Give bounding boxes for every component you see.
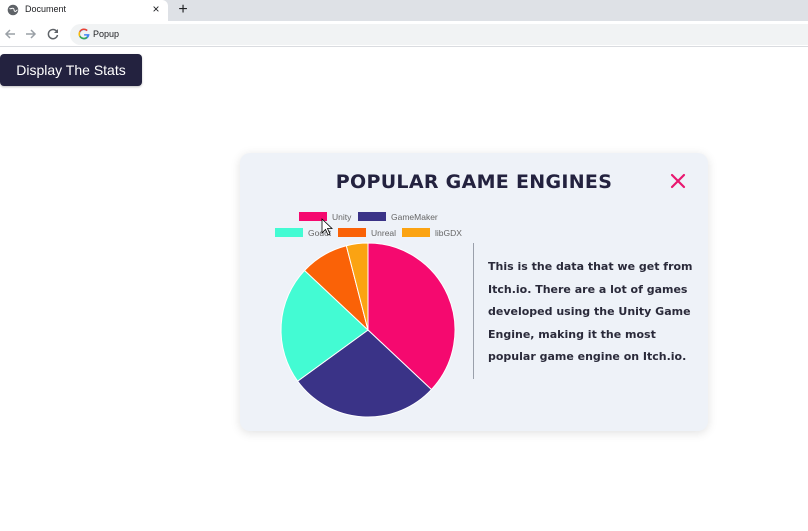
stats-popup: POPULAR GAME ENGINES Unity GameMaker Godot…	[240, 153, 708, 431]
browser-toolbar: Popup	[0, 21, 808, 47]
legend-label-libgdx[interactable]: libGDX	[435, 228, 462, 238]
legend-label-unity[interactable]: Unity	[332, 212, 352, 222]
tab-close-icon[interactable]: ×	[150, 3, 162, 15]
legend-label-gamemaker[interactable]: GameMaker	[391, 212, 438, 222]
url-text: Popup	[93, 29, 120, 39]
address-bar[interactable]: Popup	[70, 24, 808, 45]
tab-title: Document	[25, 4, 67, 14]
legend-swatch-godot[interactable]	[275, 228, 303, 237]
popup-description: This is the data that we get from Itch.i…	[488, 260, 693, 363]
tab-strip: Document × +	[0, 0, 808, 21]
globe-icon	[7, 4, 19, 16]
google-icon	[78, 28, 90, 40]
legend-swatch-gamemaker[interactable]	[358, 212, 386, 221]
legend-swatch-unreal[interactable]	[338, 228, 366, 237]
new-tab-icon[interactable]: +	[175, 2, 191, 18]
legend-swatch-libgdx[interactable]	[402, 228, 430, 237]
back-arrow-icon[interactable]	[3, 27, 17, 41]
legend-label-unreal[interactable]: Unreal	[371, 228, 396, 238]
forward-arrow-icon[interactable]	[24, 27, 38, 41]
divider	[473, 243, 474, 379]
reload-icon[interactable]	[46, 27, 60, 41]
display-stats-button[interactable]: Display The Stats	[0, 54, 142, 86]
browser-tab[interactable]: Document ×	[0, 0, 168, 21]
